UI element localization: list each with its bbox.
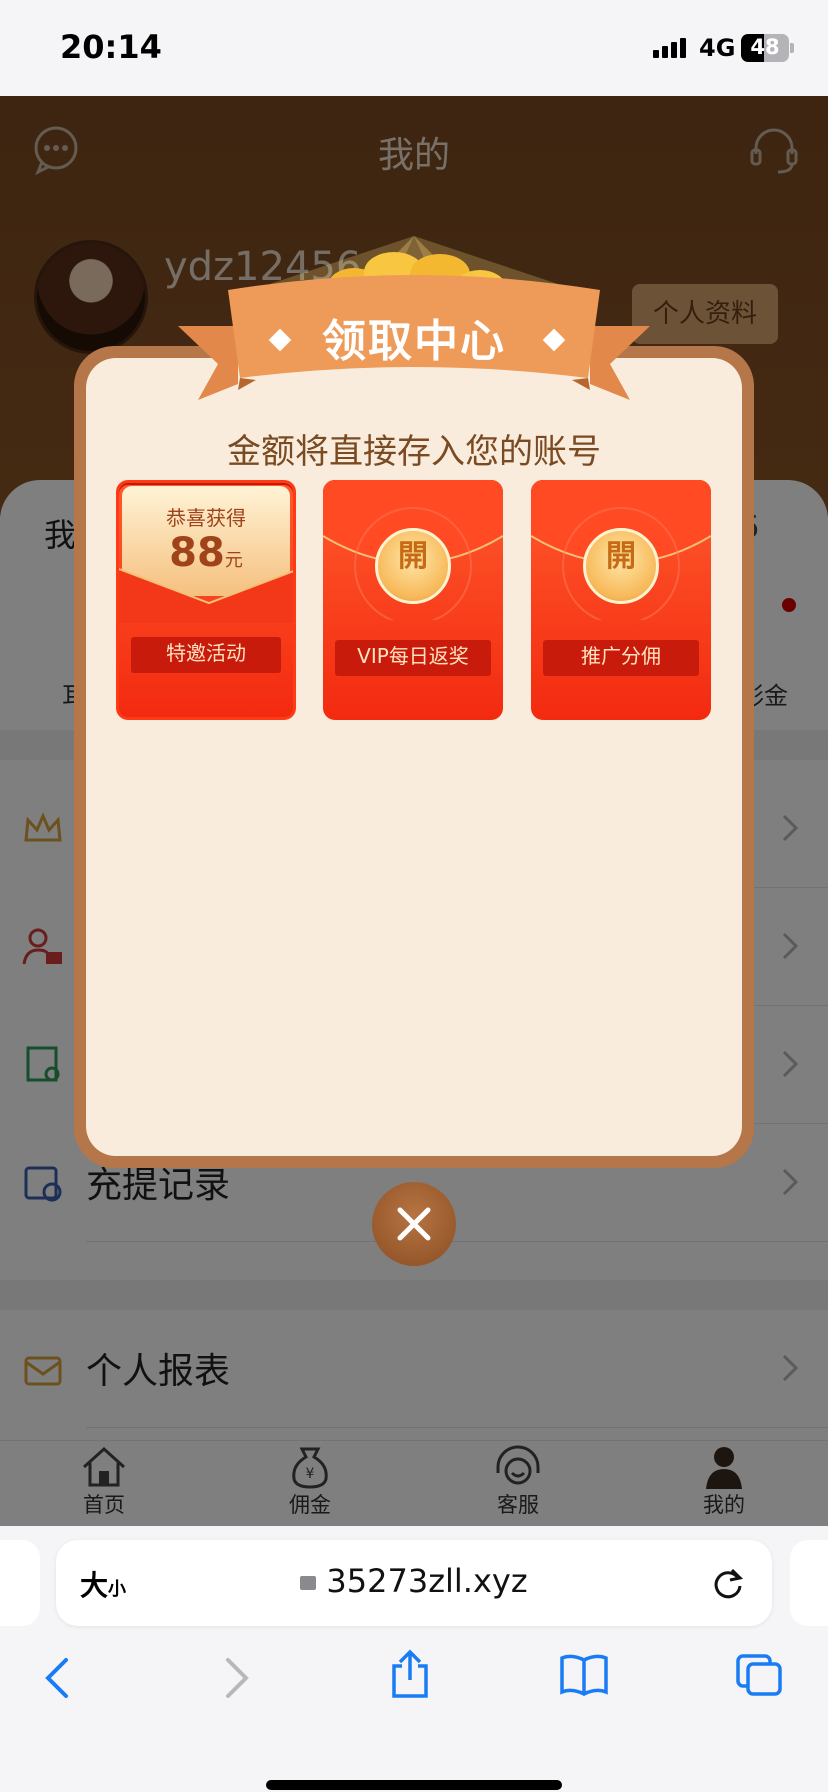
red-envelope-vip[interactable]: 開 VIP每日返奖 xyxy=(323,480,503,720)
bookmarks-icon[interactable] xyxy=(558,1652,610,1696)
address-bar[interactable]: 大小 35273zll.xyz xyxy=(56,1540,772,1626)
network-type: 4G xyxy=(699,34,736,62)
url-text: 35273zll.xyz xyxy=(326,1562,528,1600)
tabs-icon[interactable] xyxy=(734,1652,786,1698)
envelope-label: 推广分佣 xyxy=(543,640,699,676)
browser-toolbar: 大小 35273zll.xyz xyxy=(0,1526,828,1792)
close-icon xyxy=(397,1207,431,1241)
next-tab-pill[interactable] xyxy=(790,1540,828,1626)
battery-icon: 48 xyxy=(741,34,789,62)
battery-level: 48 xyxy=(750,35,780,59)
envelope-label: VIP每日返奖 xyxy=(335,640,491,676)
envelope-flap xyxy=(119,568,293,623)
share-icon[interactable] xyxy=(388,1648,432,1700)
previous-tab-pill[interactable] xyxy=(0,1540,40,1626)
red-envelope-promotion[interactable]: 開 推广分佣 xyxy=(531,480,711,720)
red-envelope-opened[interactable]: 恭喜获得 88元 特邀活动 xyxy=(116,480,296,720)
modal-title: 领取中心 xyxy=(322,316,506,367)
battery-cap xyxy=(790,43,794,53)
status-time: 20:14 xyxy=(60,28,162,66)
modal-body xyxy=(86,358,742,1156)
envelope-label: 特邀活动 xyxy=(131,637,281,673)
modal-subtitle: 金额将直接存入您的账号 xyxy=(227,432,601,472)
signal-icon xyxy=(653,38,686,58)
forward-icon[interactable] xyxy=(222,1656,252,1700)
reload-icon[interactable] xyxy=(710,1566,746,1602)
back-icon[interactable] xyxy=(42,1656,72,1700)
open-envelope-button[interactable]: 開 xyxy=(375,528,451,604)
open-envelope-button[interactable]: 開 xyxy=(583,528,659,604)
lock-icon xyxy=(300,1576,317,1590)
close-modal-button[interactable] xyxy=(372,1182,456,1266)
status-bar: 20:14 4G 48 xyxy=(0,0,828,96)
home-indicator xyxy=(266,1780,562,1790)
url-display[interactable]: 35273zll.xyz xyxy=(56,1562,772,1600)
